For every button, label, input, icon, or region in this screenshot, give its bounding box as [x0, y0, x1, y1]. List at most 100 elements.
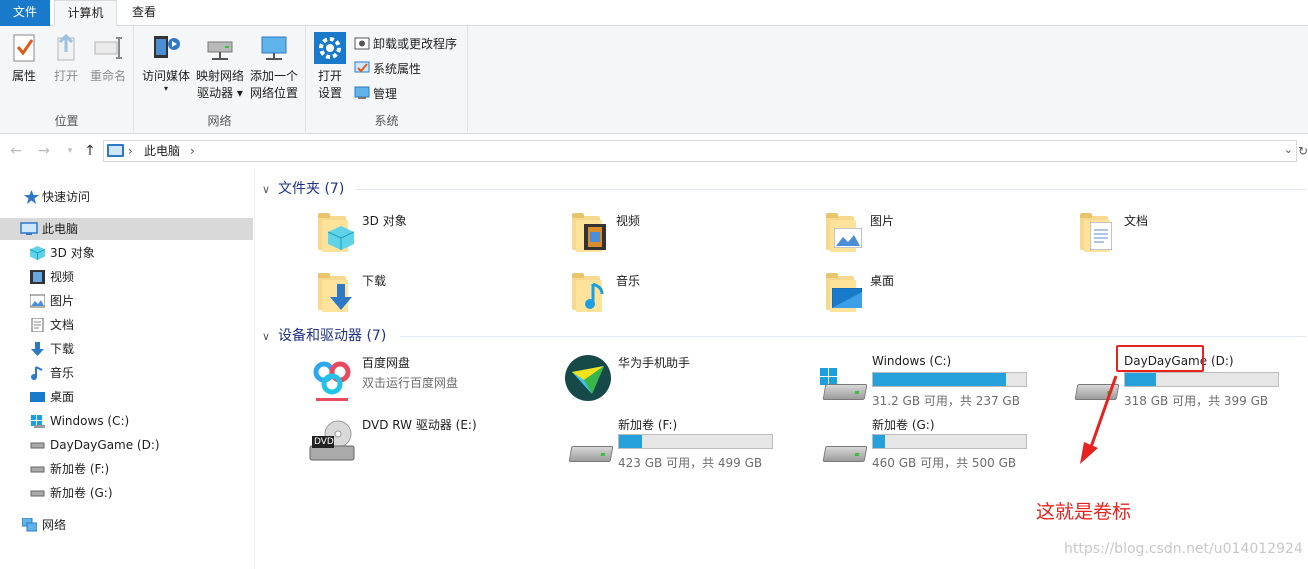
access-media-label: 访问媒体 [141, 69, 190, 83]
huawei-assistant-item[interactable]: 华为手机助手 [564, 354, 804, 410]
sidebar-label: 图片 [50, 294, 75, 308]
hard-drive-icon [30, 490, 45, 497]
drive-d-usage-bar [1124, 372, 1279, 387]
sidebar-label: 文档 [50, 318, 75, 332]
open-button[interactable]: 打开 [48, 32, 84, 85]
add-location-label-2: 网络位置 [249, 86, 298, 100]
sidebar-item-this-pc[interactable]: 此电脑 [0, 218, 253, 240]
tab-view[interactable]: 查看 [120, 0, 168, 26]
windows-drive-icon [31, 415, 45, 428]
access-media-button[interactable]: 访问媒体 ▾ [140, 32, 192, 93]
open-icon [50, 32, 82, 64]
sidebar-item-drive-d[interactable]: DayDayGame (D:) [0, 434, 253, 456]
breadcrumb-this-pc[interactable]: 此电脑 [144, 143, 180, 159]
map-drive-label-2: 驱动器 [197, 86, 234, 100]
huawei-assistant-icon [565, 355, 611, 401]
add-network-location-button[interactable]: 添加一个 网络位置 [248, 32, 300, 102]
folder-music-icon [568, 270, 608, 312]
baidu-netdisk-item[interactable]: 百度网盘 双击运行百度网盘 [308, 354, 548, 410]
drive-c[interactable]: Windows (C:) 31.2 GB 可用，共 237 GB [818, 354, 1058, 410]
sidebar-label: 新加卷 (G:) [50, 486, 113, 500]
folder-label: 图片 [870, 214, 895, 228]
folder-label: 文档 [1124, 214, 1149, 228]
folder-documents[interactable]: 文档 [1018, 206, 1258, 262]
hard-drive-icon [30, 466, 45, 473]
tab-computer[interactable]: 计算机 [54, 0, 117, 27]
drive-f-size: 423 GB 可用，共 499 GB [618, 456, 763, 470]
folder-pictures-icon [822, 210, 862, 252]
computer-icon [20, 222, 38, 235]
windows-drive-icon [818, 368, 868, 408]
hard-drive-icon [818, 430, 868, 470]
tab-file[interactable]: 文件 [0, 0, 50, 26]
sidebar-item-videos[interactable]: 视频 [0, 266, 253, 288]
network-icon [22, 518, 37, 532]
devices-section-header[interactable]: ∨ 设备和驱动器 (7) [262, 326, 386, 346]
system-properties-button[interactable]: 系统属性 [354, 59, 421, 79]
sidebar-item-3d-objects[interactable]: 3D 对象 [0, 242, 253, 264]
sidebar-item-network[interactable]: 网络 [0, 514, 253, 536]
back-arrow-icon[interactable]: ← [8, 143, 24, 159]
system-properties-icon [354, 60, 370, 76]
rename-button[interactable]: 重命名 [88, 32, 128, 85]
folder-desktop-icon [822, 270, 862, 312]
folder-desktop[interactable]: 桌面 [764, 266, 1004, 322]
forward-arrow-icon[interactable]: → [36, 143, 52, 159]
folders-section-header[interactable]: ∨ 文件夹 (7) [262, 179, 344, 199]
sidebar-item-documents[interactable]: 文档 [0, 314, 253, 336]
folder-pictures[interactable]: 图片 [764, 206, 1004, 262]
sidebar-item-pictures[interactable]: 图片 [0, 290, 253, 312]
rename-label: 重命名 [89, 69, 126, 83]
drive-c-usage-bar [872, 372, 1027, 387]
section-divider [400, 336, 1306, 337]
breadcrumb-chevron-icon[interactable]: › [128, 143, 133, 159]
drive-d-letter: (D:) [1207, 354, 1234, 368]
hard-drive-icon [30, 442, 45, 449]
folder-downloads[interactable]: 下载 [256, 266, 496, 322]
recent-chevron-icon[interactable]: ▾ [62, 143, 78, 159]
sidebar-item-drive-g[interactable]: 新加卷 (G:) [0, 482, 253, 504]
breadcrumb-chevron-icon[interactable]: › [190, 143, 195, 159]
refresh-icon[interactable]: ↻ [1298, 144, 1308, 158]
folder-label: 桌面 [870, 274, 895, 288]
sidebar-item-downloads[interactable]: 下载 [0, 338, 253, 360]
drive-g[interactable]: 新加卷 (G:) 460 GB 可用，共 500 GB [818, 416, 1058, 472]
manage-button[interactable]: 管理 [354, 84, 397, 104]
uninstall-icon [354, 35, 370, 51]
navigation-pane: 快速访问 此电脑 3D 对象 视频 图片 文档 下载 音乐 桌面 Windows… [0, 168, 255, 569]
computer-icon [107, 144, 124, 157]
sidebar-item-quick-access[interactable]: 快速访问 [0, 186, 253, 208]
sidebar-label: 快速访问 [42, 190, 91, 204]
folder-videos[interactable]: 视频 [510, 206, 750, 262]
section-divider [356, 189, 1306, 190]
sidebar-label: 音乐 [50, 366, 75, 380]
drive-f[interactable]: 新加卷 (F:) 423 GB 可用，共 499 GB [564, 416, 804, 472]
uninstall-label: 卸载或更改程序 [373, 37, 458, 51]
folder-music[interactable]: 音乐 [510, 266, 750, 322]
map-drive-button[interactable]: 映射网络 驱动器 ▾ [194, 32, 246, 102]
dvd-drive-e[interactable]: DVD DVD RW 驱动器 (E:) [308, 416, 548, 472]
sidebar-item-drive-f[interactable]: 新加卷 (F:) [0, 458, 253, 480]
network-location-icon [258, 32, 290, 64]
sidebar-item-drive-c[interactable]: Windows (C:) [0, 410, 253, 432]
watermark: https://blog.csdn.net/u014012924 [1064, 541, 1303, 557]
properties-button[interactable]: 属性 [6, 32, 42, 85]
folder-label: 视频 [616, 214, 641, 228]
address-dropdown-icon[interactable]: ⌄ [1284, 143, 1293, 156]
folders-section-title: 文件夹 (7) [278, 181, 345, 197]
sidebar-item-desktop[interactable]: 桌面 [0, 386, 253, 408]
properties-icon [8, 32, 40, 64]
up-arrow-icon[interactable]: ↑ [82, 143, 98, 159]
address-bar[interactable]: › 此电脑 › ⌄ [103, 140, 1297, 162]
sidebar-label: Windows (C:) [50, 414, 130, 428]
music-note-icon [31, 366, 43, 380]
group-location: 属性 打开 重命名 位置 [0, 26, 134, 132]
uninstall-program-button[interactable]: 卸载或更改程序 [354, 34, 457, 54]
folder-3d-objects[interactable]: 3D 对象 [256, 206, 496, 262]
group-network-label: 网络 [207, 114, 232, 128]
open-settings-button[interactable]: 打开 设置 [312, 32, 348, 102]
chevron-down-icon: ∨ [262, 330, 271, 343]
sidebar-item-music[interactable]: 音乐 [0, 362, 253, 384]
folder-documents-icon [1076, 210, 1116, 252]
system-properties-label: 系统属性 [373, 62, 422, 76]
